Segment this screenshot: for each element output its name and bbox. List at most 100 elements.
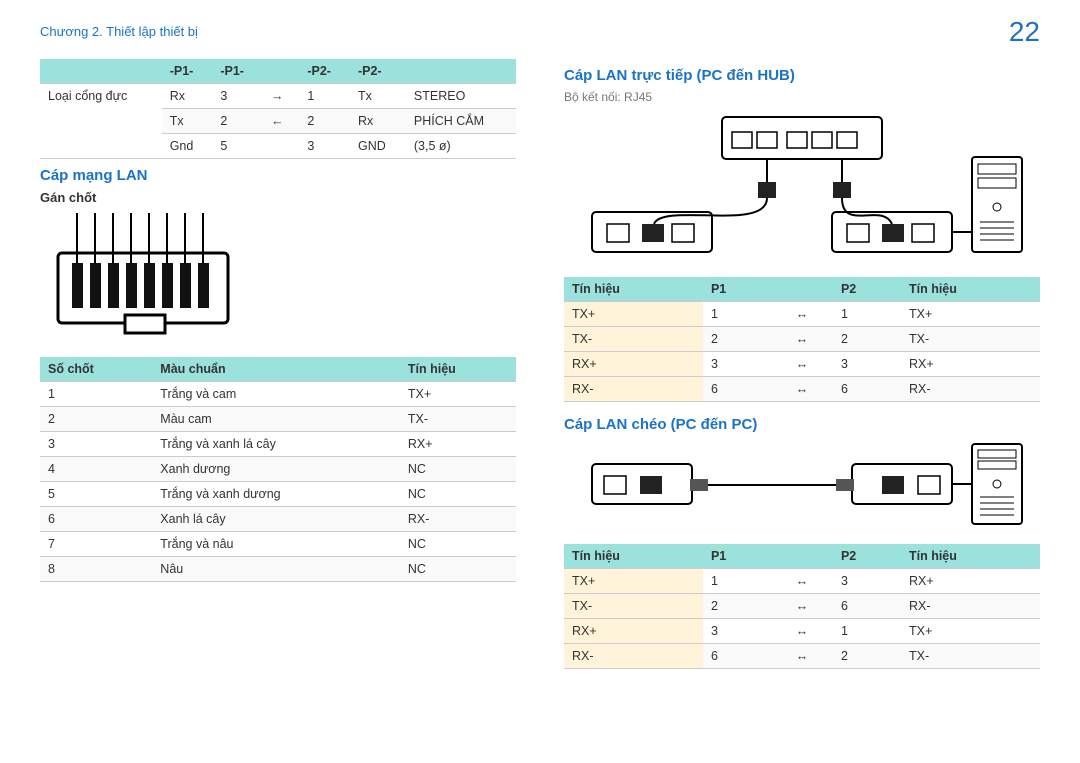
sig-cell: ↔	[771, 569, 833, 594]
t1-cell: →	[263, 84, 299, 109]
page-columns: -P1--P1--P2--P2- Loại cổng đựcRx3→1TxSTE…	[40, 59, 1040, 669]
pin-cell: 1	[40, 382, 152, 407]
pin-cell: Trắng và nâu	[152, 532, 400, 557]
sig-cell: TX+	[901, 619, 1040, 644]
rj45-jack-icon	[40, 213, 516, 343]
pin-color-table: Số chốtMàu chuẩnTín hiệu 1Trắng và camTX…	[40, 357, 516, 582]
sig-header: Tín hiệu	[564, 277, 703, 302]
sig-cell: RX-	[901, 377, 1040, 402]
t1-cell: PHÍCH CẮM	[406, 109, 516, 134]
t1-cell: ←	[263, 109, 299, 134]
sig-cell: ↔	[771, 644, 833, 669]
t1-cell: 2	[212, 109, 263, 134]
t1-cell: 2	[299, 109, 350, 134]
pin-header: Màu chuẩn	[152, 357, 400, 382]
pin-cell: 7	[40, 532, 152, 557]
sig-cell: 3	[703, 619, 771, 644]
direct-signal-table: Tín hiệuP1P2Tín hiệu TX+1↔1TX+TX-2↔2TX-R…	[564, 277, 1040, 402]
sig-cell: 1	[703, 569, 771, 594]
connector-note: Bộ kết nối: RJ45	[564, 90, 1040, 104]
sig-cell: 3	[833, 569, 901, 594]
sig-cell: TX+	[564, 302, 703, 327]
sig-cell: 3	[703, 352, 771, 377]
left-column: -P1--P1--P2--P2- Loại cổng đựcRx3→1TxSTE…	[40, 59, 516, 669]
breadcrumb: Chương 2. Thiết lập thiết bị	[40, 24, 1040, 39]
pin-cell: Trắng và xanh lá cây	[152, 432, 400, 457]
pin-cell: RX+	[400, 432, 516, 457]
sig-cell: ↔	[771, 352, 833, 377]
t1-cell: Rx	[350, 109, 406, 134]
sig-cell: ↔	[771, 327, 833, 352]
pin-cell: NC	[400, 532, 516, 557]
pin-cell: NC	[400, 482, 516, 507]
sig-cell: ↔	[771, 302, 833, 327]
sig-cell: 6	[833, 594, 901, 619]
pin-cell: 2	[40, 407, 152, 432]
sig-cell: 2	[833, 327, 901, 352]
sig-cell: 2	[703, 327, 771, 352]
row-group-label: Loại cổng đực	[40, 84, 162, 159]
t1-header	[263, 59, 299, 84]
section-lan-cable-title: Cáp mạng LAN	[40, 167, 516, 184]
t1-cell: Gnd	[162, 134, 213, 159]
t1-cell	[263, 134, 299, 159]
sig-cell: 6	[703, 644, 771, 669]
direct-lan-title: Cáp LAN trực tiếp (PC đến HUB)	[564, 67, 1040, 84]
sig-cell: RX+	[901, 352, 1040, 377]
pin-cell: NC	[400, 457, 516, 482]
sig-cell: 1	[833, 302, 901, 327]
t1-cell: GND	[350, 134, 406, 159]
t1-cell: 5	[212, 134, 263, 159]
sig-header: P1	[703, 277, 771, 302]
sig-cell: RX+	[564, 352, 703, 377]
t1-cell: (3,5 ø)	[406, 134, 516, 159]
pin-cell: Trắng và xanh dương	[152, 482, 400, 507]
sig-cell: 3	[833, 352, 901, 377]
pin-cell: RX-	[400, 507, 516, 532]
page-number: 22	[1009, 16, 1040, 48]
t1-header	[40, 59, 162, 84]
t1-header: -P1-	[162, 59, 213, 84]
cross-lan-title: Cáp LAN chéo (PC đến PC)	[564, 416, 1040, 433]
t1-cell: Tx	[350, 84, 406, 109]
t1-cell: Rx	[162, 84, 213, 109]
sig-cell: RX-	[564, 377, 703, 402]
sig-header	[771, 277, 833, 302]
t1-cell: 1	[299, 84, 350, 109]
sig-header: Tín hiệu	[901, 544, 1040, 569]
pin-cell: 8	[40, 557, 152, 582]
sig-header	[771, 544, 833, 569]
sig-cell: ↔	[771, 377, 833, 402]
pin-cell: TX-	[400, 407, 516, 432]
pin-cell: Nâu	[152, 557, 400, 582]
pin-cell: Xanh lá cây	[152, 507, 400, 532]
sig-header: Tín hiệu	[901, 277, 1040, 302]
sig-cell: ↔	[771, 594, 833, 619]
sig-cell: RX+	[564, 619, 703, 644]
pin-cell: Màu cam	[152, 407, 400, 432]
cross-signal-table: Tín hiệuP1P2Tín hiệu TX+1↔3RX+TX-2↔6RX-R…	[564, 544, 1040, 669]
t1-cell: 3	[299, 134, 350, 159]
pc-to-hub-diagram-icon	[564, 112, 1040, 265]
sig-cell: 1	[833, 619, 901, 644]
pin-header: Số chốt	[40, 357, 152, 382]
t1-header: -P2-	[350, 59, 406, 84]
p1-p2-table: -P1--P1--P2--P2- Loại cổng đựcRx3→1TxSTE…	[40, 59, 516, 159]
sig-cell: RX-	[901, 594, 1040, 619]
t1-cell: STEREO	[406, 84, 516, 109]
sig-cell: 6	[703, 377, 771, 402]
t1-cell: Tx	[162, 109, 213, 134]
sig-header: Tín hiệu	[564, 544, 703, 569]
t1-cell: 3	[212, 84, 263, 109]
sig-cell: 2	[703, 594, 771, 619]
pin-assignment-subtitle: Gán chốt	[40, 190, 516, 205]
sig-cell: 2	[833, 644, 901, 669]
sig-cell: TX+	[564, 569, 703, 594]
pin-cell: TX+	[400, 382, 516, 407]
sig-cell: TX-	[901, 644, 1040, 669]
pin-header: Tín hiệu	[400, 357, 516, 382]
pc-to-pc-diagram-icon	[564, 439, 1040, 532]
sig-header: P2	[833, 544, 901, 569]
sig-cell: TX-	[901, 327, 1040, 352]
sig-cell: TX-	[564, 594, 703, 619]
